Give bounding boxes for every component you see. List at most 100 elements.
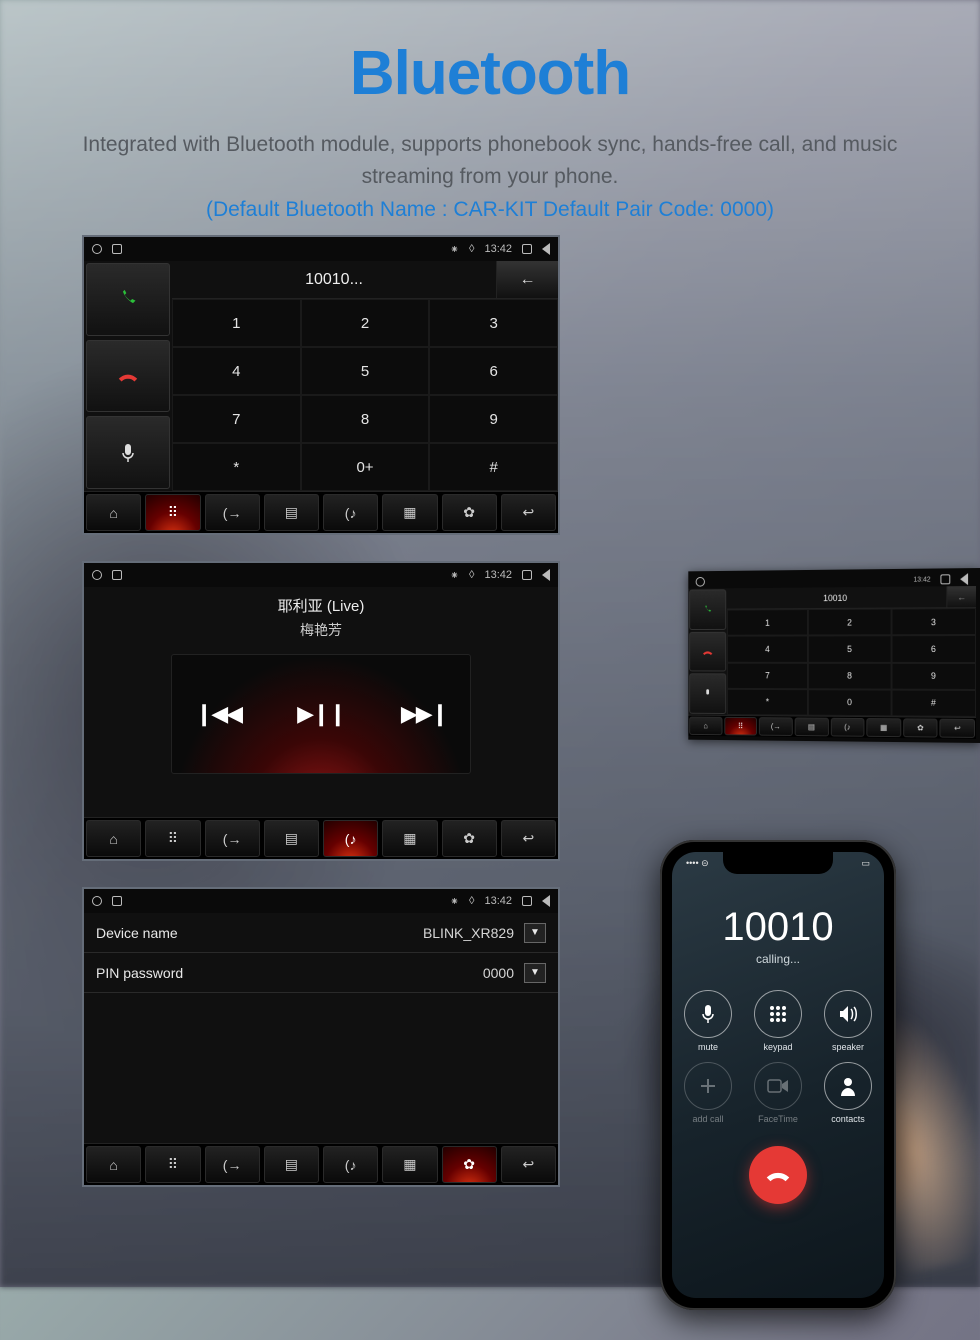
backspace-button[interactable]: ← (496, 261, 558, 298)
mic-icon (684, 990, 732, 1038)
dial-number: 10010 (727, 592, 946, 604)
track-title: 耶利亚 (Live) (278, 595, 365, 616)
nav-button-7: ↩ (940, 719, 975, 738)
dropdown-icon[interactable]: ▼ (524, 963, 546, 983)
nav-button-5[interactable]: ▦ (382, 494, 437, 531)
end-call-button[interactable] (749, 1146, 807, 1204)
keypad-key-6[interactable]: 6 (429, 347, 558, 395)
phone-icon (118, 289, 138, 309)
nav-button-2: (→ (759, 717, 793, 736)
back-icon[interactable] (542, 895, 550, 907)
keypad-key-4: 4 (727, 636, 808, 663)
nav-button-6[interactable]: ✿ (442, 1146, 497, 1183)
settings-row-pin[interactable]: PIN password 0000 ▼ (84, 953, 558, 993)
nav-button-6: ✿ (903, 718, 938, 737)
prev-button[interactable]: ❙◀◀ (195, 701, 241, 727)
nav-button-4[interactable]: (♪ (323, 494, 378, 531)
call-control-contacts[interactable]: contacts (823, 1062, 873, 1124)
keypad-key-0+[interactable]: 0+ (301, 443, 430, 491)
status-circle-icon (696, 577, 705, 587)
keypad-key-5[interactable]: 5 (301, 347, 430, 395)
bottom-nav: ⌂⠿(→▤(♪▦✿↩ (688, 715, 976, 739)
dial-display: 10010... ← (172, 261, 558, 299)
battery-icon: ▭ (861, 858, 870, 869)
bluetooth-icon: ⁕ (450, 895, 459, 908)
keypad: 123 456 789 *0+# (172, 299, 558, 491)
call-control-add-call: add call (683, 1062, 733, 1124)
recents-icon[interactable] (522, 570, 532, 580)
status-circle-icon (92, 570, 102, 580)
nav-button-4[interactable]: (♪ (323, 820, 378, 857)
nav-button-3[interactable]: ▤ (264, 494, 319, 531)
keypad-key-4[interactable]: 4 (172, 347, 301, 395)
clock-text: 13:42 (484, 243, 512, 255)
keypad-icon (754, 990, 802, 1038)
nav-button-5[interactable]: ▦ (382, 820, 437, 857)
nav-button-1[interactable]: ⠿ (145, 820, 200, 857)
call-controls-grid: mute keypad speaker add call FaceTime contact… (683, 990, 873, 1124)
call-control-FaceTime: FaceTime (753, 1062, 803, 1124)
status-square-icon (112, 244, 122, 254)
nav-button-0[interactable]: ⌂ (86, 1146, 141, 1183)
mic-button[interactable] (86, 416, 170, 489)
nav-button-3[interactable]: ▤ (264, 1146, 319, 1183)
location-icon: ◊ (469, 895, 474, 907)
nav-button-3: ▤ (795, 717, 829, 736)
nav-button-2[interactable]: (→ (205, 494, 260, 531)
settings-label: Device name (96, 925, 423, 941)
call-control-label: speaker (832, 1042, 864, 1052)
play-pause-button[interactable]: ▶❙❙ (297, 701, 345, 727)
nav-button-6[interactable]: ✿ (442, 494, 497, 531)
nav-button-7[interactable]: ↩ (501, 820, 556, 857)
call-control-keypad[interactable]: keypad (753, 990, 803, 1052)
page-default-info: (Default Bluetooth Name : CAR-KIT Defaul… (0, 198, 980, 222)
hangup-button[interactable] (86, 340, 170, 413)
nav-button-1: ⠿ (724, 717, 757, 736)
back-icon[interactable] (542, 569, 550, 581)
keypad-key-8[interactable]: 8 (301, 395, 430, 443)
keypad-key-2[interactable]: 2 (301, 299, 430, 347)
nav-button-1[interactable]: ⠿ (145, 1146, 200, 1183)
keypad-key-#[interactable]: # (429, 443, 558, 491)
keypad-key-*[interactable]: * (172, 443, 301, 491)
keypad-key-3[interactable]: 3 (429, 299, 558, 347)
nav-button-2[interactable]: (→ (205, 820, 260, 857)
back-icon[interactable] (542, 243, 550, 255)
call-control-speaker[interactable]: speaker (823, 990, 873, 1052)
dial-number: 10010... (172, 271, 496, 289)
call-button (689, 589, 726, 629)
backspace-button: ← (946, 586, 976, 607)
hangup-button (689, 631, 726, 671)
location-icon: ◊ (469, 243, 474, 255)
call-button[interactable] (86, 263, 170, 336)
nav-button-0[interactable]: ⌂ (86, 494, 141, 531)
dropdown-icon[interactable]: ▼ (524, 923, 546, 943)
keypad-key-9[interactable]: 9 (429, 395, 558, 443)
next-button[interactable]: ▶▶❙ (401, 701, 447, 727)
call-control-label: keypad (763, 1042, 792, 1052)
nav-button-2[interactable]: (→ (205, 1146, 260, 1183)
recents-icon[interactable] (522, 896, 532, 906)
signal-icon: •••• ⊝ (686, 858, 709, 869)
keypad-key-7[interactable]: 7 (172, 395, 301, 443)
call-control-mute[interactable]: mute (683, 990, 733, 1052)
keypad-key-9: 9 (891, 662, 976, 689)
settings-value: 0000 (483, 965, 514, 981)
status-bar: ⁕ ◊ 13:42 (84, 889, 558, 913)
phone-hangup-icon (763, 1160, 793, 1190)
keypad-key-1: 1 (727, 609, 808, 636)
keypad-key-1[interactable]: 1 (172, 299, 301, 347)
bottom-nav: ⌂⠿(→▤(♪▦✿↩ (84, 491, 558, 533)
clock-text: 13:42 (913, 576, 930, 583)
nav-button-4[interactable]: (♪ (323, 1146, 378, 1183)
nav-button-6[interactable]: ✿ (442, 820, 497, 857)
nav-button-1[interactable]: ⠿ (145, 494, 200, 531)
nav-button-3[interactable]: ▤ (264, 820, 319, 857)
nav-button-7[interactable]: ↩ (501, 1146, 556, 1183)
nav-button-0[interactable]: ⌂ (86, 820, 141, 857)
recents-icon[interactable] (522, 244, 532, 254)
status-square-icon (112, 896, 122, 906)
nav-button-5[interactable]: ▦ (382, 1146, 437, 1183)
settings-row-device-name[interactable]: Device name BLINK_XR829 ▼ (84, 913, 558, 953)
nav-button-7[interactable]: ↩ (501, 494, 556, 531)
